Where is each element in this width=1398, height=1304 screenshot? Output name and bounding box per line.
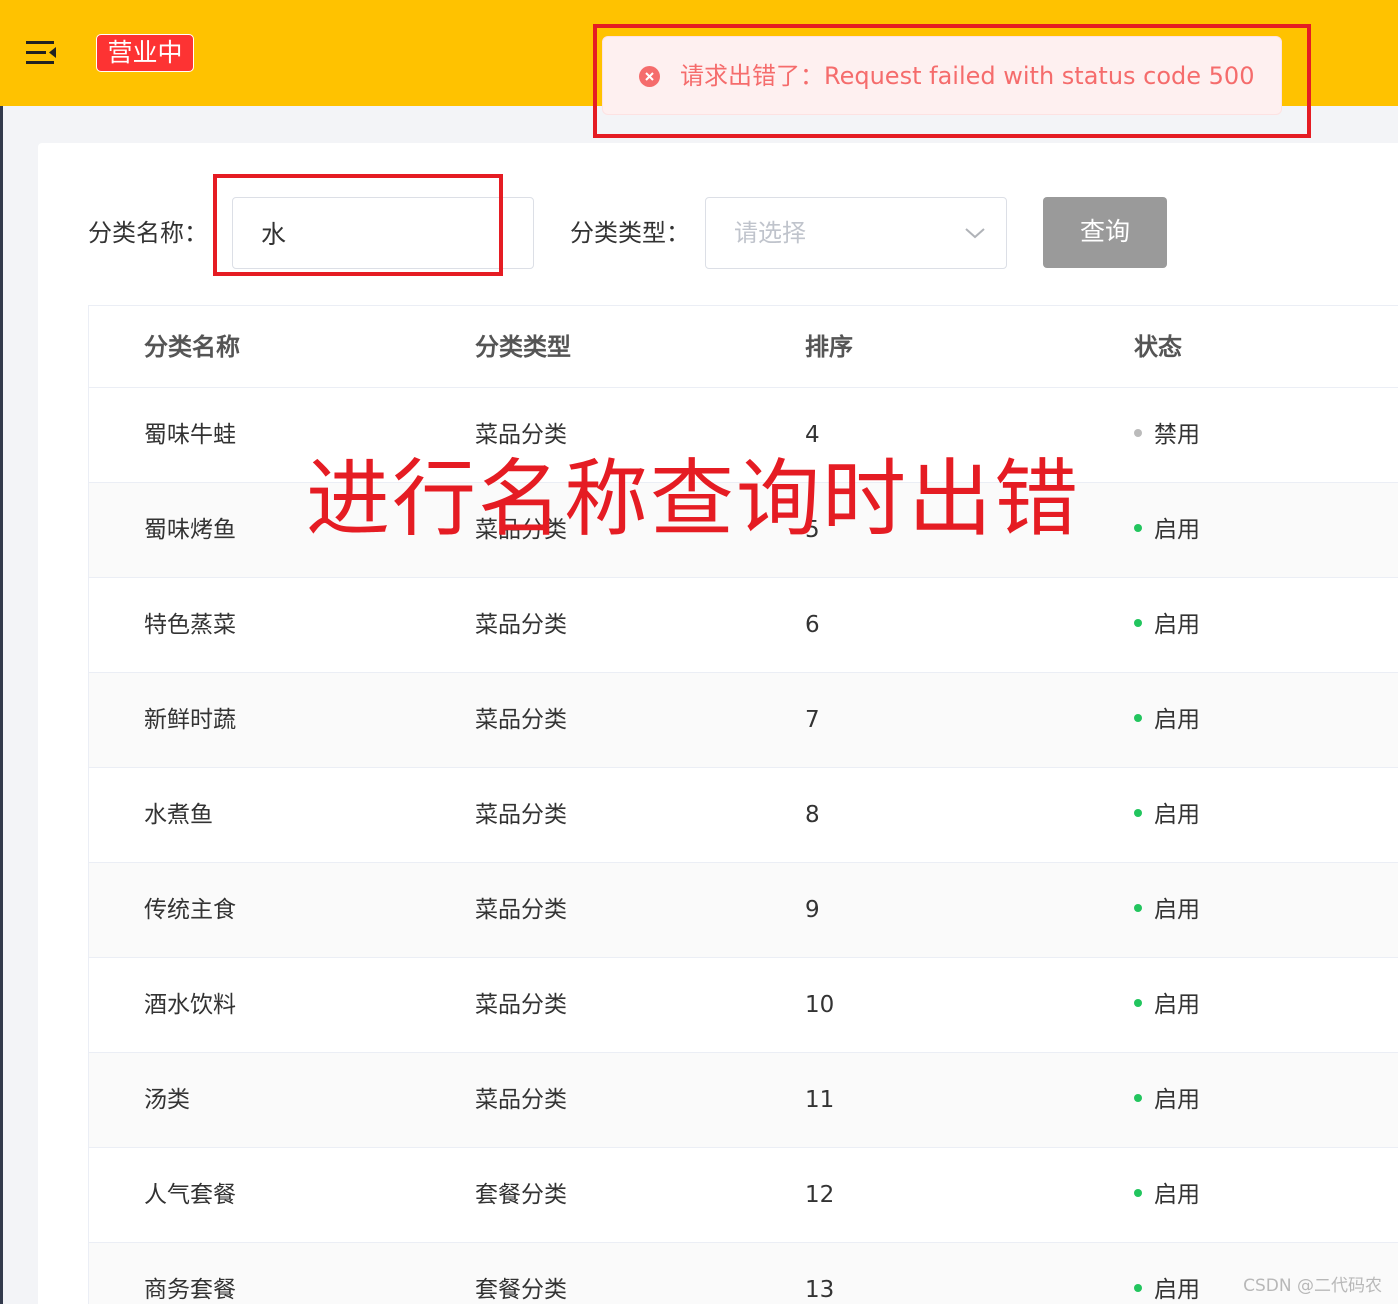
menu-fold-icon[interactable] <box>26 38 58 68</box>
cell-status: 禁用 <box>1134 388 1200 483</box>
table-row: 水煮鱼 菜品分类 8 启用 <box>89 768 1398 863</box>
cell-status: 启用 <box>1134 1243 1200 1304</box>
cell-category-type: 菜品分类 <box>475 1087 567 1113</box>
status-dot-icon <box>1134 428 1142 437</box>
error-circle-icon <box>639 66 660 87</box>
cell-sort: 4 <box>805 422 820 448</box>
cell-status: 启用 <box>1134 578 1200 673</box>
cell-category-name: 蜀味烤鱼 <box>144 517 236 543</box>
cell-status: 启用 <box>1134 1148 1200 1243</box>
status-badge[interactable]: 营业中 <box>96 34 194 72</box>
cell-category-type: 套餐分类 <box>475 1182 567 1208</box>
cell-category-name: 汤类 <box>144 1087 190 1113</box>
table-row: 人气套餐 套餐分类 12 启用 <box>89 1148 1398 1243</box>
category-table: 分类名称 分类类型 排序 状态 蜀味牛蛙 菜品分类 4 禁用 蜀味烤鱼 菜品分类 5 启用 特色… <box>88 305 1398 1304</box>
cell-category-name: 人气套餐 <box>144 1182 236 1208</box>
status-dot-icon <box>1134 618 1142 627</box>
sidebar-edge <box>0 106 3 1304</box>
cell-status: 启用 <box>1134 483 1200 578</box>
cell-status: 启用 <box>1134 768 1200 863</box>
select-placeholder: 请选择 <box>734 219 806 247</box>
table-row: 特色蒸菜 菜品分类 6 启用 <box>89 578 1398 673</box>
cell-status: 启用 <box>1134 1053 1200 1148</box>
column-header-type[interactable]: 分类类型 <box>475 306 571 388</box>
column-header-sort[interactable]: 排序 <box>805 306 853 388</box>
cell-sort: 13 <box>805 1277 835 1303</box>
table-row: 新鲜时蔬 菜品分类 7 启用 <box>89 673 1398 768</box>
status-dot-icon <box>1134 1093 1142 1102</box>
cell-category-type: 套餐分类 <box>475 1277 567 1303</box>
cell-sort: 6 <box>805 612 820 638</box>
cell-sort: 5 <box>805 517 820 543</box>
cell-category-name: 蜀味牛蛙 <box>144 422 236 448</box>
status-label: 启用 <box>1154 802 1200 828</box>
category-type-label: 分类类型： <box>570 219 690 247</box>
cell-category-type: 菜品分类 <box>475 897 567 923</box>
cell-category-type: 菜品分类 <box>475 422 567 448</box>
watermark: CSDN @二代码农 <box>1243 1276 1382 1296</box>
status-label: 启用 <box>1154 1087 1200 1113</box>
category-name-label: 分类名称： <box>88 219 208 247</box>
status-label: 启用 <box>1154 897 1200 923</box>
table-row: 蜀味牛蛙 菜品分类 4 禁用 <box>89 388 1398 483</box>
category-name-input[interactable] <box>232 197 534 269</box>
status-label: 启用 <box>1154 707 1200 733</box>
cell-category-name: 酒水饮料 <box>144 992 236 1018</box>
cell-category-type: 菜品分类 <box>475 992 567 1018</box>
status-dot-icon <box>1134 808 1142 817</box>
category-type-select[interactable]: 请选择 <box>705 197 1007 269</box>
cell-category-name: 新鲜时蔬 <box>144 707 236 733</box>
cell-sort: 9 <box>805 897 820 923</box>
table-body: 蜀味牛蛙 菜品分类 4 禁用 蜀味烤鱼 菜品分类 5 启用 特色蒸菜 菜品分类 6 启用 新鲜时蔬 菜品分… <box>89 388 1398 1304</box>
cell-category-name: 传统主食 <box>144 897 236 923</box>
status-label: 启用 <box>1154 1182 1200 1208</box>
error-message: 请求出错了：Request failed with status code 50… <box>680 62 1255 90</box>
table-row: 汤类 菜品分类 11 启用 <box>89 1053 1398 1148</box>
status-label: 启用 <box>1154 992 1200 1018</box>
cell-category-name: 水煮鱼 <box>144 802 213 828</box>
status-dot-icon <box>1134 1188 1142 1197</box>
cell-category-type: 菜品分类 <box>475 707 567 733</box>
cell-status: 启用 <box>1134 673 1200 768</box>
table-row: 蜀味烤鱼 菜品分类 5 启用 <box>89 483 1398 578</box>
status-dot-icon <box>1134 903 1142 912</box>
status-dot-icon <box>1134 1283 1142 1292</box>
column-header-name[interactable]: 分类名称 <box>144 306 240 388</box>
cell-category-name: 特色蒸菜 <box>144 612 236 638</box>
status-label: 启用 <box>1154 1277 1200 1303</box>
status-label: 禁用 <box>1154 422 1200 448</box>
status-dot-icon <box>1134 713 1142 722</box>
cell-sort: 11 <box>805 1087 835 1113</box>
cell-sort: 8 <box>805 802 820 828</box>
cell-status: 启用 <box>1134 958 1200 1053</box>
status-dot-icon <box>1134 998 1142 1007</box>
cell-category-type: 菜品分类 <box>475 802 567 828</box>
chevron-down-icon <box>965 228 985 239</box>
error-toast: 请求出错了：Request failed with status code 50… <box>602 36 1282 115</box>
cell-sort: 7 <box>805 707 820 733</box>
status-label: 启用 <box>1154 612 1200 638</box>
status-dot-icon <box>1134 523 1142 532</box>
table-row: 商务套餐 套餐分类 13 启用 <box>89 1243 1398 1304</box>
column-header-status[interactable]: 状态 <box>1134 306 1182 388</box>
cell-category-type: 菜品分类 <box>475 517 567 543</box>
cell-category-name: 商务套餐 <box>144 1277 236 1303</box>
status-label: 启用 <box>1154 517 1200 543</box>
table-header: 分类名称 分类类型 排序 状态 <box>89 306 1398 388</box>
cell-category-type: 菜品分类 <box>475 612 567 638</box>
cell-status: 启用 <box>1134 863 1200 958</box>
table-row: 传统主食 菜品分类 9 启用 <box>89 863 1398 958</box>
cell-sort: 10 <box>805 992 835 1018</box>
cell-sort: 12 <box>805 1182 835 1208</box>
table-row: 酒水饮料 菜品分类 10 启用 <box>89 958 1398 1053</box>
query-button[interactable]: 查询 <box>1043 197 1167 268</box>
